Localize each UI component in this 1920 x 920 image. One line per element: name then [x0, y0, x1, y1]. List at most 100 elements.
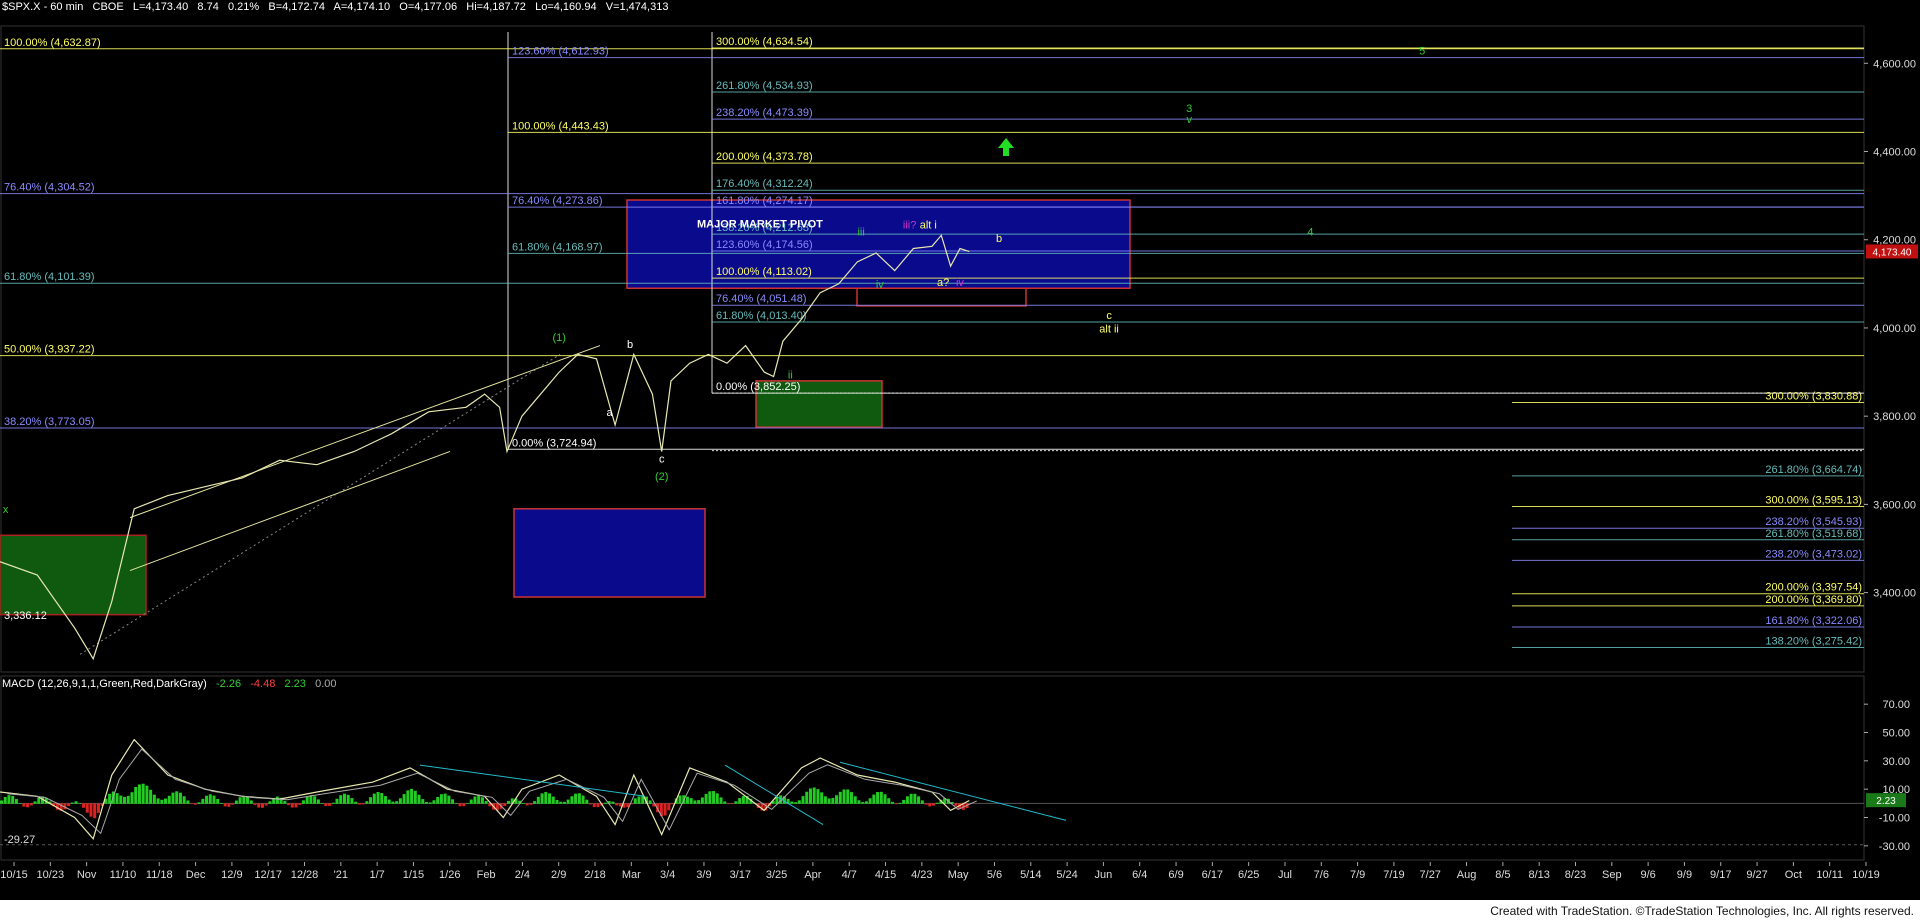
macd-hist-bar [298, 803, 302, 805]
macd-hist-bar [935, 802, 939, 804]
macd-hist-bar [70, 802, 74, 804]
date-tick-label: 6/4 [1132, 869, 1147, 881]
macd-hist-bar [193, 803, 197, 805]
macd-hist-bar [216, 798, 220, 804]
macd-low-label: -29.27 [4, 834, 35, 846]
macd-hist-bar [22, 803, 26, 807]
macd-zero: 0.00 [315, 678, 337, 690]
fib-label: 238.20% (3,473.02) [1765, 548, 1862, 560]
low-price-label: 3,336.12 [4, 610, 47, 622]
macd-hist-bar [741, 795, 745, 804]
macd-hist-bar [846, 789, 850, 804]
macd-hist-bar [723, 801, 727, 804]
macd-hist-bar [905, 796, 909, 804]
price-tick-label: 4,600.00 [1873, 58, 1916, 70]
fib-label: 176.40% (4,312.24) [716, 178, 813, 190]
macd-hist-bar [574, 793, 578, 804]
fib-label: 261.80% (3,519.68) [1765, 528, 1862, 540]
macd-hist-bar [566, 799, 570, 804]
macd-hist-bar [894, 803, 898, 805]
macd-hist-bar [29, 803, 33, 806]
macd-hist-bar [924, 803, 928, 805]
macd-tick-label: -30.00 [1879, 841, 1910, 853]
date-tick-label: 11/10 [110, 869, 137, 881]
macd-hist-bar [26, 803, 30, 808]
date-tick-label: Sep [1602, 869, 1622, 881]
macd-hist-bar [633, 798, 637, 804]
fib-label: 50.00% (3,937.22) [4, 344, 95, 356]
macd-hist-bar [342, 793, 346, 804]
macd-hist-bar [85, 803, 89, 813]
fib-label: 100.00% (4,443.43) [512, 120, 609, 132]
fib-label: 200.00% (3,369.80) [1765, 594, 1862, 606]
macd-hist-bar [3, 796, 7, 804]
macd-hist-bar [14, 799, 18, 804]
price-pane-border [0, 25, 1865, 673]
wave-label: (1) [552, 332, 565, 344]
date-tick-label: 10/19 [1852, 869, 1880, 881]
fib-label: 100.00% (4,113.02) [716, 266, 812, 278]
date-tick-label: 5/24 [1056, 869, 1077, 881]
macd-hist-bar [376, 792, 380, 804]
date-tick-label: 9/17 [1710, 869, 1731, 881]
macd-hist-bar [671, 803, 675, 805]
fib-label: 300.00% (3,595.13) [1765, 495, 1862, 507]
macd-hist-bar [246, 797, 250, 804]
wave-label: a? [937, 277, 949, 289]
macd-hist-bar [67, 803, 71, 807]
macd-hist-bar [115, 793, 119, 804]
macd-tick-label: 70.00 [1882, 699, 1910, 711]
macd-hist-bar [648, 800, 652, 804]
macd-hist-bar [864, 801, 868, 804]
macd-hist-bar [615, 803, 619, 806]
macd-hist-bar [0, 800, 3, 804]
macd-hist-bar [78, 803, 82, 804]
green-box-left [0, 534, 147, 616]
macd-hist-bar [264, 803, 268, 806]
macd-hist-bar [387, 799, 391, 804]
wave-label: iii? [903, 220, 916, 232]
macd-hist-bar [887, 798, 891, 804]
macd-hist-bar [424, 801, 428, 804]
price-chart[interactable]: 100.00% (4,632.87) 76.40% (4,304.52) 61.80… [0, 0, 1920, 900]
macd-hist-bar [37, 797, 41, 804]
macd-hist-bar [402, 794, 406, 804]
macd-hist-bar [123, 796, 127, 804]
up-arrow-icon [998, 138, 1014, 156]
date-tick-label: 1/26 [439, 869, 460, 881]
date-tick-label: 12/28 [291, 869, 319, 881]
wave-label: v [1186, 114, 1192, 126]
fib-label: 261.80% (4,534.93) [716, 80, 813, 92]
date-tick-label: Nov [77, 869, 97, 881]
macd-hist-bar [484, 800, 488, 804]
macd-hist-bar [260, 803, 264, 808]
macd-hist-bar [391, 801, 395, 804]
macd-hist-bar [451, 799, 455, 804]
price-tick-label: 3,400.00 [1873, 588, 1916, 600]
price-tick-label: 3,800.00 [1873, 411, 1916, 423]
macd-hist-bar [205, 795, 209, 804]
wave-label: c [1106, 310, 1112, 322]
macd-hist-bar [82, 803, 86, 808]
macd-hist-bar [712, 791, 716, 804]
macd-hist-bar [346, 794, 350, 804]
macd-hist-bar [823, 796, 827, 804]
blue-box-lower [513, 508, 706, 598]
date-tick-label: 3/25 [766, 869, 787, 881]
macd-hist-bar [536, 796, 540, 804]
macd-hist-bar [726, 803, 730, 805]
fib-label: 123.60% (4,612.93) [512, 46, 609, 58]
macd-hist-bar [182, 796, 186, 804]
macd-hist-bar [890, 801, 894, 804]
macd-hist-bar [18, 803, 22, 804]
wave-label: alt ii [1099, 323, 1119, 335]
date-tick-label: 12/17 [254, 869, 282, 881]
date-tick-label: Feb [477, 869, 496, 881]
fib-label: 300.00% (4,634.54) [716, 36, 813, 48]
macd-hist-bar [570, 796, 574, 804]
date-tick-label: May [948, 869, 969, 881]
date-tick-label: Apr [804, 869, 821, 881]
macd-hist-bar [447, 795, 451, 804]
macd-hist-bar [275, 796, 279, 804]
macd-hist-bar [458, 803, 462, 807]
